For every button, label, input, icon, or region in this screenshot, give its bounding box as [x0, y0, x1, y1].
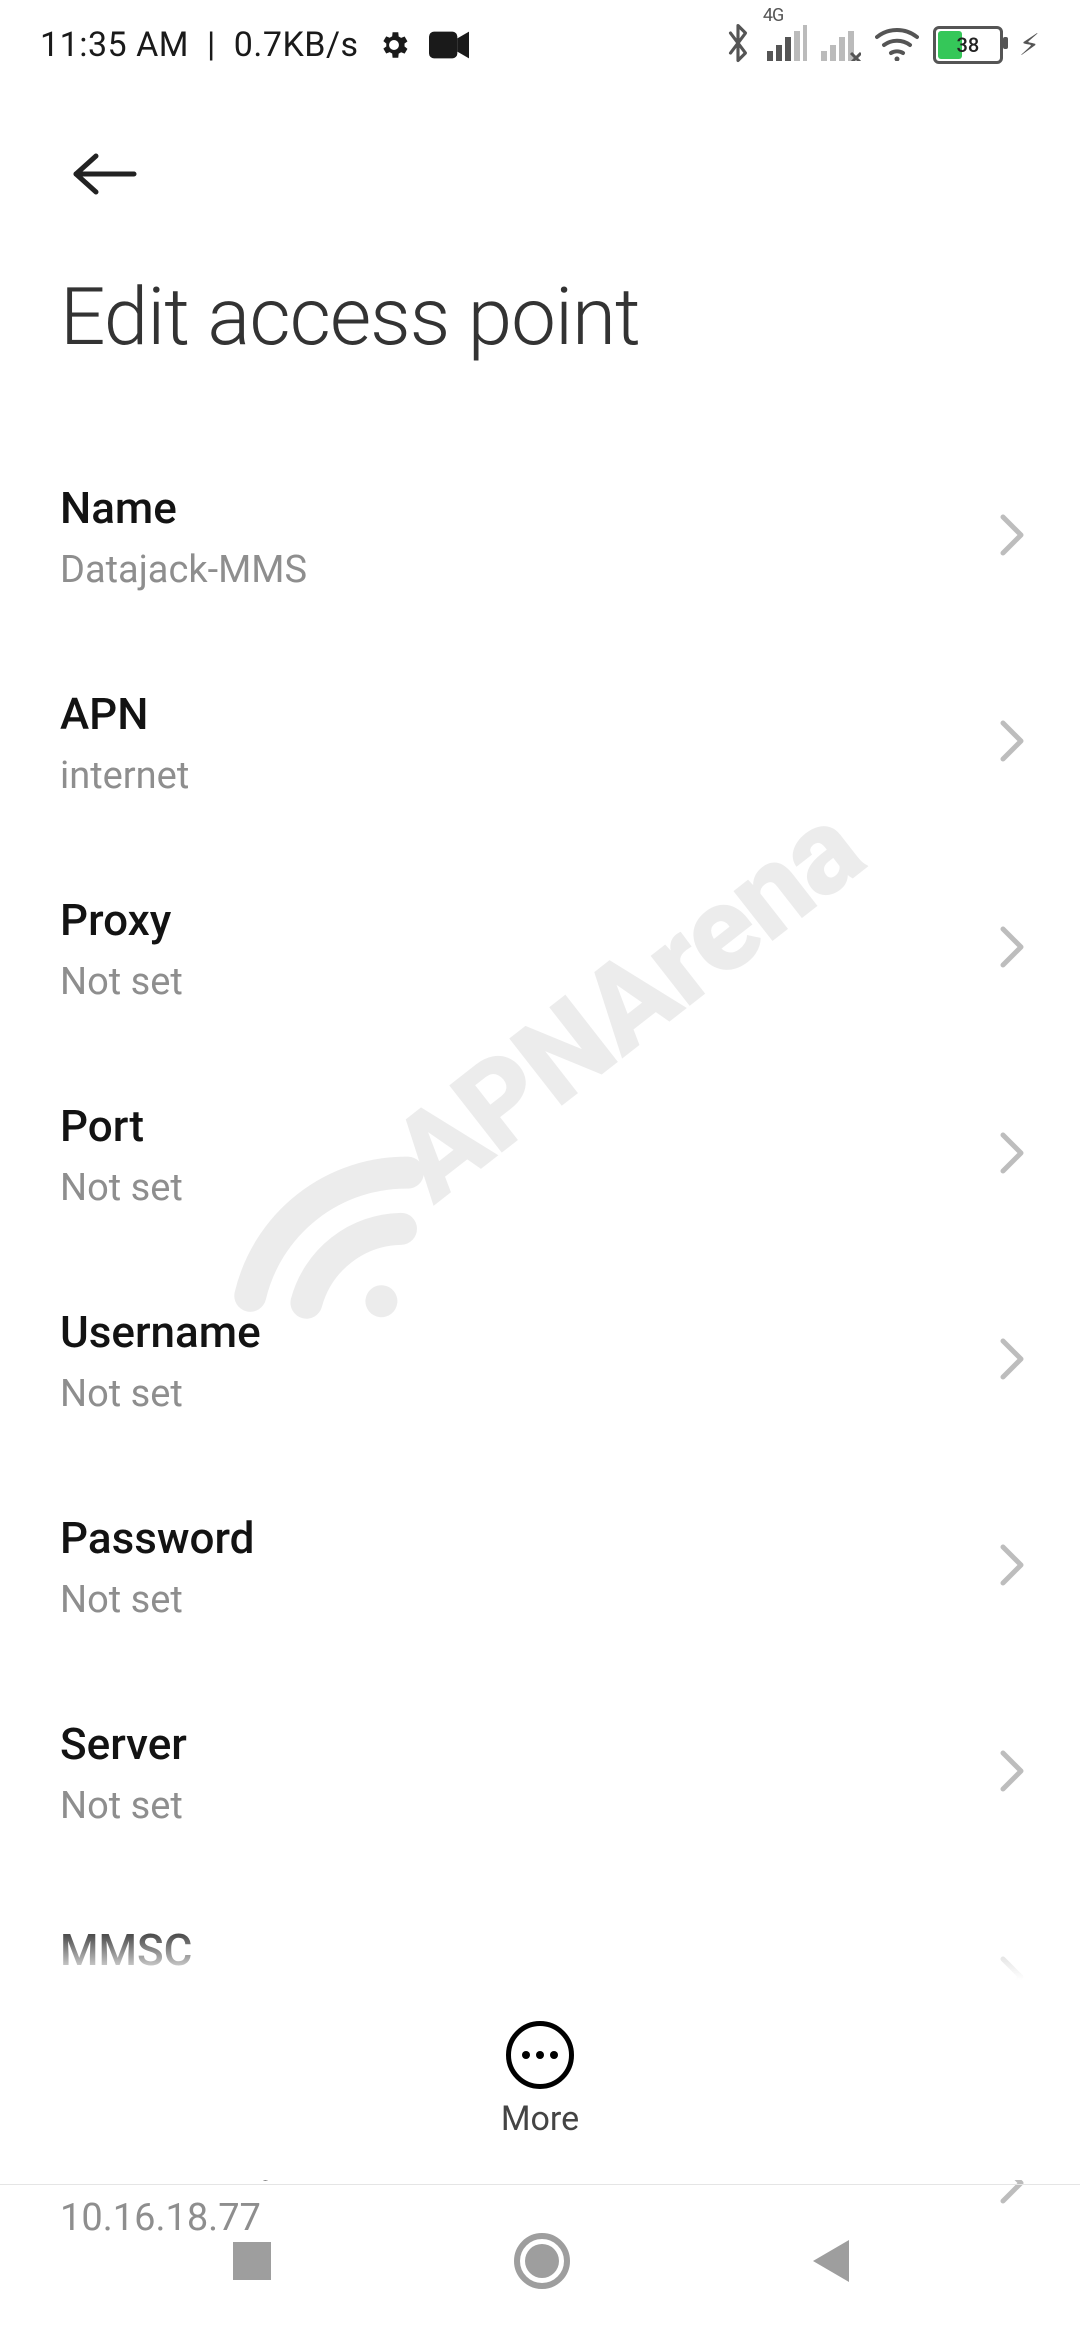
row-label: MMSC — [60, 1924, 1020, 1976]
row-label: Name — [60, 482, 1020, 534]
status-bar: 11:35 AM | 0.7KB/s 4G 38 ⚡︎ — [0, 0, 1080, 90]
chevron-right-icon — [999, 513, 1025, 561]
page-title: Edit access point — [60, 270, 1020, 364]
status-right: 4G 38 ⚡︎ — [723, 23, 1040, 67]
row-server[interactable]: Server Not set — [0, 1670, 1080, 1876]
more-label: More — [501, 2099, 579, 2139]
wifi-icon — [875, 25, 919, 65]
system-nav-bar — [0, 2184, 1080, 2340]
row-label: Server — [60, 1718, 1020, 1770]
nav-back-button[interactable] — [807, 2236, 853, 2290]
row-label: Password — [60, 1512, 1020, 1564]
chevron-right-icon — [999, 925, 1025, 973]
row-value: internet — [60, 754, 1020, 798]
signal-secondary-icon — [821, 25, 861, 65]
row-proxy[interactable]: Proxy Not set — [0, 846, 1080, 1052]
status-left: 11:35 AM | 0.7KB/s — [40, 25, 469, 65]
row-username[interactable]: Username Not set — [0, 1258, 1080, 1464]
status-divider: | — [207, 25, 216, 65]
battery-icon: 38 — [933, 26, 1003, 64]
row-label: Username — [60, 1306, 1020, 1358]
row-password[interactable]: Password Not set — [0, 1464, 1080, 1670]
row-value: Not set — [60, 1578, 1020, 1622]
nav-recent-button[interactable] — [227, 2236, 277, 2290]
status-net-speed: 0.7KB/s — [234, 25, 359, 65]
row-label: APN — [60, 688, 1020, 740]
action-bar: More — [0, 1980, 1080, 2180]
row-value: Not set — [60, 1784, 1020, 1828]
row-label: Proxy — [60, 894, 1020, 946]
chevron-right-icon — [999, 1131, 1025, 1179]
gear-icon — [377, 28, 411, 62]
more-button[interactable]: More — [501, 2021, 579, 2139]
row-label: Port — [60, 1100, 1020, 1152]
battery-percent: 38 — [936, 29, 1000, 61]
row-port[interactable]: Port Not set — [0, 1052, 1080, 1258]
row-apn[interactable]: APN internet — [0, 640, 1080, 846]
nav-home-button[interactable] — [512, 2231, 572, 2295]
chevron-right-icon — [999, 1749, 1025, 1797]
chevron-right-icon — [999, 719, 1025, 767]
signal-primary-icon: 4G — [767, 25, 807, 65]
row-value: Not set — [60, 960, 1020, 1004]
chevron-right-icon — [999, 1543, 1025, 1591]
more-icon — [506, 2021, 574, 2089]
row-value: Not set — [60, 1166, 1020, 1210]
video-camera-icon — [429, 31, 469, 59]
bluetooth-icon — [723, 23, 753, 67]
header: Edit access point — [0, 90, 1080, 364]
status-time: 11:35 AM — [40, 25, 189, 65]
row-name[interactable]: Name Datajack-MMS — [0, 434, 1080, 640]
row-value: Not set — [60, 1372, 1020, 1416]
charging-icon: ⚡︎ — [1019, 28, 1040, 63]
chevron-right-icon — [999, 1337, 1025, 1385]
back-button[interactable] — [60, 142, 148, 210]
row-value: Datajack-MMS — [60, 548, 1020, 592]
